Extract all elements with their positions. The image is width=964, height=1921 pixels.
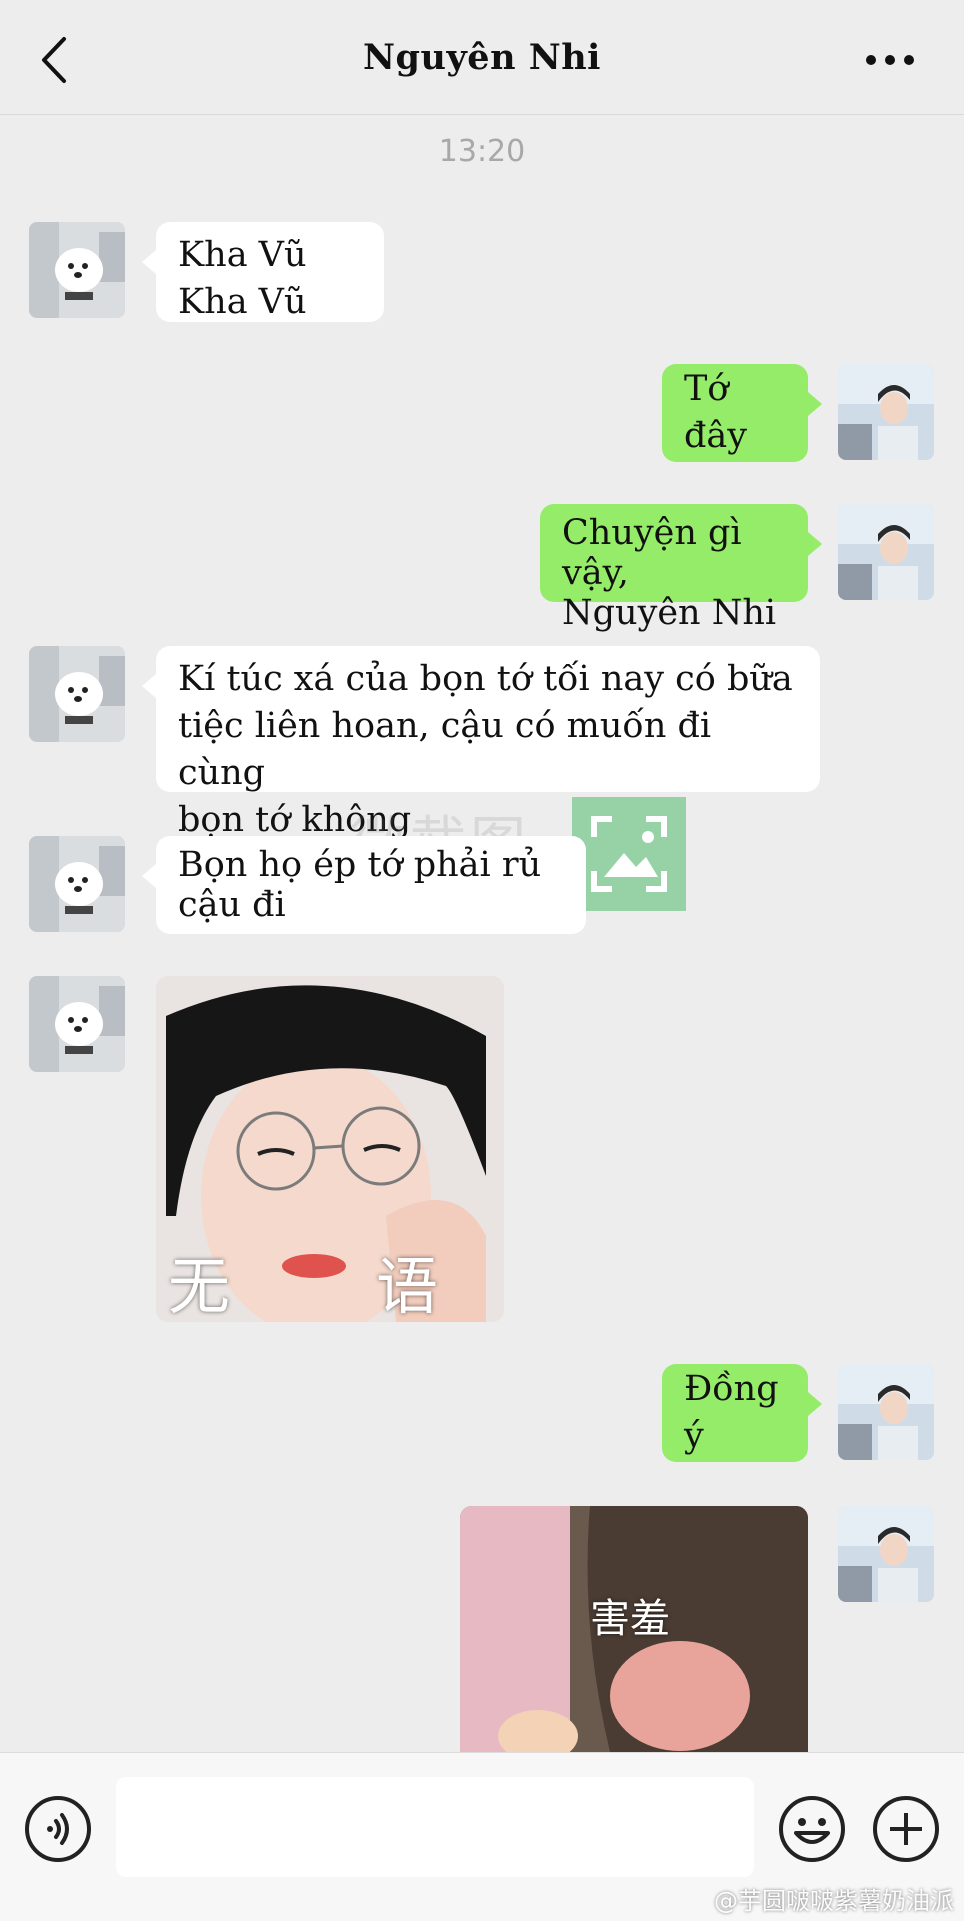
my-avatar[interactable] <box>838 504 934 600</box>
voice-icon <box>25 1796 91 1862</box>
more-functions-button[interactable] <box>872 1795 940 1863</box>
sticker-caption: 语 <box>376 1250 439 1322</box>
message-timestamp: 13:20 <box>438 134 526 169</box>
outgoing-message-bubble[interactable]: Đồng ý <box>662 1364 822 1462</box>
message-line: Kha Vũ <box>178 235 307 275</box>
outgoing-sticker[interactable]: 害羞 <box>460 1506 808 1752</box>
my-avatar[interactable] <box>838 1364 934 1460</box>
watermark-logo-icon <box>572 797 686 911</box>
dog-avatar-image <box>29 836 125 932</box>
message-line: Chuyện gì vậy, <box>562 513 742 593</box>
message-line: tiệc liên hoan, cậu có muốn đi cùng <box>178 706 712 793</box>
emoji-button[interactable] <box>778 1795 846 1863</box>
message-line: Nguyên Nhi <box>562 593 777 633</box>
message-line: Tớ đây <box>684 369 748 456</box>
more-button[interactable] <box>860 40 920 80</box>
dog-avatar-image <box>29 976 125 1072</box>
incoming-sticker[interactable]: 无 语 <box>156 976 504 1322</box>
contact-avatar[interactable] <box>29 222 125 318</box>
contact-avatar[interactable] <box>29 836 125 932</box>
weibo-watermark: @芋圆啵啵紫薯奶油派 <box>714 1887 954 1915</box>
chat-title: Nguyên Nhi <box>363 36 601 78</box>
dog-avatar-image <box>29 222 125 318</box>
incoming-message-bubble[interactable]: Kí túc xá của bọn tớ tối nay có bữa tiệc… <box>142 646 820 840</box>
outgoing-message-bubble[interactable]: Tớ đây <box>662 364 822 462</box>
plus-icon <box>873 1796 939 1862</box>
boy-avatar-image <box>838 1364 934 1460</box>
contact-avatar[interactable] <box>29 646 125 742</box>
message-text-input[interactable] <box>116 1777 754 1877</box>
sticker-caption: 无 <box>168 1250 231 1322</box>
more-icon <box>866 55 914 65</box>
voice-button[interactable] <box>24 1795 92 1863</box>
incoming-message-bubble[interactable]: Kha Vũ Kha Vũ <box>142 222 384 322</box>
outgoing-message-bubble[interactable]: Chuyện gì vậy, Nguyên Nhi <box>540 504 822 633</box>
emoji-icon <box>779 1796 845 1862</box>
sticker-caption: 害羞 <box>590 1596 670 1642</box>
incoming-message-bubble[interactable]: Bọn họ ép tớ phải rủ cậu đi <box>142 836 586 934</box>
message-line: Kha Vũ <box>178 282 307 322</box>
message-line: cậu đi <box>178 885 286 925</box>
boy-avatar-image <box>838 364 934 460</box>
message-input-bar: @芋圆啵啵紫薯奶油派 <box>0 1752 964 1921</box>
message-line: Đồng ý <box>684 1369 779 1456</box>
my-avatar[interactable] <box>838 1506 934 1602</box>
boy-avatar-image <box>838 1506 934 1602</box>
my-avatar[interactable] <box>838 364 934 460</box>
contact-avatar[interactable] <box>29 976 125 1072</box>
boy-avatar-image <box>838 504 934 600</box>
message-line: Bọn họ ép tớ phải rủ <box>178 845 542 885</box>
chat-header: Nguyên Nhi <box>0 0 964 115</box>
dog-avatar-image <box>29 646 125 742</box>
message-line: Kí túc xá của bọn tớ tối nay có bữa <box>178 659 793 699</box>
